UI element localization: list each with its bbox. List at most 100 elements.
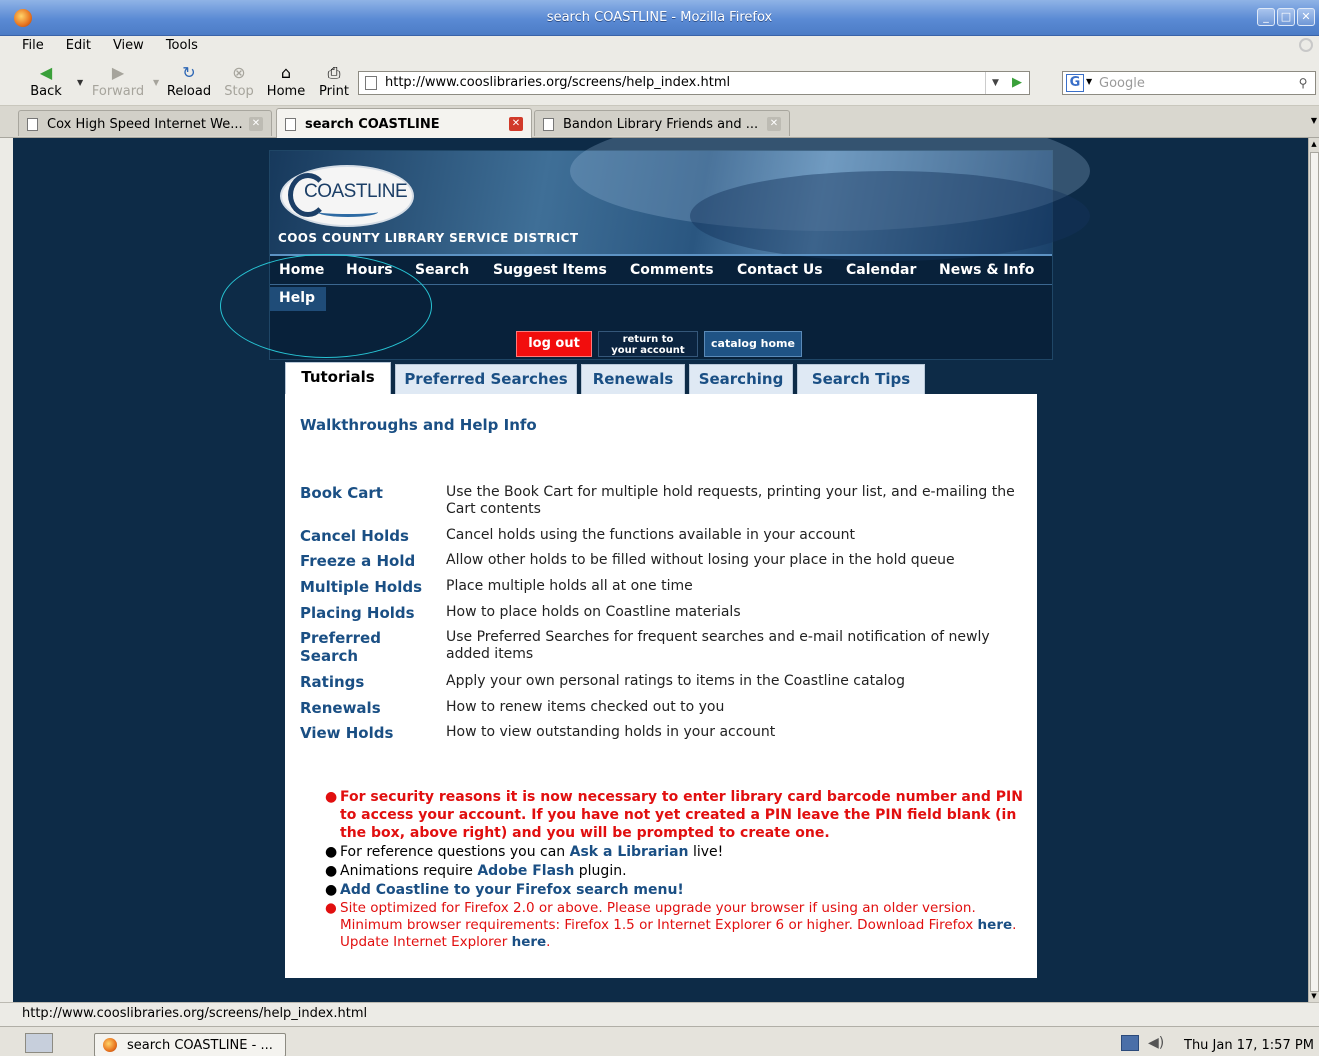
browser-note-text: Site optimized for Firefox 2.0 or above.…: [340, 900, 978, 933]
bullet: ●: [325, 844, 338, 860]
bullet: ●: [325, 882, 338, 898]
tab-search-coastline[interactable]: search COASTLINE ✕: [276, 108, 532, 138]
nav-contact-us[interactable]: Contact Us: [737, 262, 823, 278]
tutorial-link-preferred-search[interactable]: Preferred Search: [300, 629, 400, 665]
return-to-account-button[interactable]: return to your account: [598, 331, 698, 357]
scrollbar-thumb[interactable]: [1310, 152, 1319, 992]
menu-view[interactable]: View: [99, 36, 152, 56]
adobe-flash-link[interactable]: Adobe Flash: [477, 863, 574, 879]
menu-bar: File Edit View Tools: [0, 36, 1319, 58]
menu-edit[interactable]: Edit: [52, 36, 99, 56]
update-ie-link[interactable]: here: [512, 934, 547, 950]
add-to-firefox-search-link[interactable]: Add Coastline to your Firefox search men…: [340, 882, 684, 898]
forward-arrow-icon: ▶: [111, 63, 125, 82]
nav-news-info[interactable]: News & Info: [939, 262, 1034, 278]
go-icon[interactable]: ▶: [1007, 72, 1027, 94]
tutorial-link-renewals[interactable]: Renewals: [300, 699, 435, 717]
print-button[interactable]: ⎙ Print: [316, 63, 352, 100]
tab-renewals[interactable]: Renewals: [581, 364, 685, 394]
close-tab-icon[interactable]: ✕: [509, 117, 523, 131]
show-desktop-icon[interactable]: [25, 1033, 53, 1053]
browser-note-suffix: .: [546, 934, 551, 950]
bullet: ●: [325, 863, 338, 879]
clock[interactable]: Thu Jan 17, 1:57 PM: [1184, 1038, 1314, 1053]
security-notice-text: For security reasons it is now necessary…: [340, 789, 1023, 841]
engine-dropdown-icon[interactable]: ▼: [1086, 77, 1092, 86]
tab-tutorials[interactable]: Tutorials: [285, 362, 391, 395]
url-history-dropdown-icon[interactable]: ▼: [985, 72, 1005, 94]
catalog-home-button[interactable]: catalog home: [704, 331, 802, 357]
browser-requirements-note: ● Site optimized for Firefox 2.0 or above…: [325, 900, 1025, 951]
close-tab-icon[interactable]: ✕: [767, 117, 781, 131]
nav-comments[interactable]: Comments: [630, 262, 714, 278]
stop-icon: ⊗: [232, 63, 246, 82]
tutorial-description: Use Preferred Searches for frequent sear…: [446, 629, 990, 662]
nav-suggest-items[interactable]: Suggest Items: [493, 262, 607, 278]
page-icon: [27, 118, 38, 131]
status-text: http://www.cooslibraries.org/screens/hel…: [22, 1006, 368, 1021]
minimize-icon[interactable]: _: [1257, 8, 1275, 26]
volume-icon[interactable]: ◀): [1148, 1035, 1166, 1051]
header-banner-image: COASTLINE COOS COUNTY LIBRARY SERVICE DI…: [270, 138, 1090, 261]
return-label-line2: your account: [611, 345, 685, 356]
address-input[interactable]: http://www.cooslibraries.org/screens/hel…: [385, 75, 730, 90]
network-icon[interactable]: [1121, 1035, 1139, 1051]
tab-search-tips[interactable]: Search Tips: [797, 364, 925, 394]
tutorial-link-ratings[interactable]: Ratings: [300, 673, 435, 691]
tutorial-description: How to place holds on Coastline material…: [446, 604, 741, 620]
forward-history-dropdown-icon[interactable]: ▼: [153, 78, 159, 87]
download-firefox-link[interactable]: here: [978, 917, 1013, 933]
menu-file[interactable]: File: [0, 36, 52, 56]
search-icon[interactable]: ⚲: [1294, 74, 1312, 92]
scroll-up-icon[interactable]: ▲: [1309, 138, 1319, 150]
logo-text: COASTLINE: [304, 181, 408, 202]
tutorial-link-freeze-a-hold[interactable]: Freeze a Hold: [300, 552, 435, 570]
tutorial-link-multiple-holds[interactable]: Multiple Holds: [300, 578, 435, 596]
tutorial-link-cancel-holds[interactable]: Cancel Holds: [300, 527, 435, 545]
address-bar[interactable]: http://www.cooslibraries.org/screens/hel…: [358, 71, 1030, 95]
tab-strip: Cox High Speed Internet We... ✕ search C…: [0, 106, 1319, 138]
page-icon: [365, 76, 377, 90]
tutorial-description: How to view outstanding holds in your ac…: [446, 724, 776, 740]
coastline-logo[interactable]: COASTLINE: [280, 165, 414, 227]
tab-preferred-searches[interactable]: Preferred Searches: [395, 364, 577, 394]
ask-a-librarian-link[interactable]: Ask a Librarian: [570, 844, 689, 860]
back-button[interactable]: ◀ Back: [28, 64, 64, 100]
close-icon[interactable]: ✕: [1297, 8, 1315, 26]
tab-list-dropdown-icon[interactable]: ▼: [1311, 116, 1317, 125]
panel-heading: Walkthroughs and Help Info: [300, 416, 537, 434]
scroll-down-icon[interactable]: ▼: [1309, 990, 1319, 1002]
tab-searching[interactable]: Searching: [689, 364, 793, 394]
search-input[interactable]: Google: [1099, 76, 1145, 91]
tutorial-link-book-cart[interactable]: Book Cart: [300, 484, 435, 502]
printer-icon: ⎙: [327, 63, 341, 82]
back-history-dropdown-icon[interactable]: ▼: [77, 78, 83, 87]
status-bar: http://www.cooslibraries.org/screens/hel…: [0, 1002, 1319, 1024]
menu-tools[interactable]: Tools: [152, 36, 206, 56]
tutorial-description: Apply your own personal ratings to items…: [446, 673, 905, 689]
close-tab-icon[interactable]: ✕: [249, 117, 263, 131]
tutorial-link-view-holds[interactable]: View Holds: [300, 724, 435, 742]
stop-button[interactable]: ⊗ Stop: [221, 63, 257, 100]
forward-button[interactable]: ▶ Forward: [90, 63, 146, 100]
reload-button[interactable]: ↻ Reload: [166, 63, 212, 100]
tab-bandon-library[interactable]: Bandon Library Friends and ... ✕: [534, 110, 790, 136]
logout-button[interactable]: log out: [516, 331, 592, 357]
web-page: COASTLINE COOS COUNTY LIBRARY SERVICE DI…: [13, 138, 1308, 1002]
nav-search[interactable]: Search: [415, 262, 469, 278]
home-icon: ⌂: [280, 63, 292, 82]
navigation-toolbar: ◀ Back ▼ ▶ Forward ▼ ↻ Reload ⊗ Stop ⌂ H…: [0, 58, 1319, 106]
reload-icon: ↻: [182, 63, 196, 82]
taskbar-window-button[interactable]: search COASTLINE - ...: [94, 1033, 286, 1056]
reference-note-text: For reference questions you can: [340, 844, 570, 860]
page-icon: [543, 118, 554, 131]
nav-calendar[interactable]: Calendar: [846, 262, 916, 278]
home-button[interactable]: ⌂ Home: [264, 63, 308, 100]
vertical-scrollbar[interactable]: ▲ ▼: [1308, 138, 1319, 1002]
tab-cox[interactable]: Cox High Speed Internet We... ✕: [18, 110, 272, 136]
search-bar[interactable]: G ▼ Google ⚲: [1062, 71, 1316, 95]
tutorial-link-placing-holds[interactable]: Placing Holds: [300, 604, 435, 622]
maximize-icon[interactable]: □: [1277, 8, 1295, 26]
google-engine-icon[interactable]: G: [1066, 74, 1084, 92]
window-title: search COASTLINE - Mozilla Firefox: [546, 10, 773, 25]
